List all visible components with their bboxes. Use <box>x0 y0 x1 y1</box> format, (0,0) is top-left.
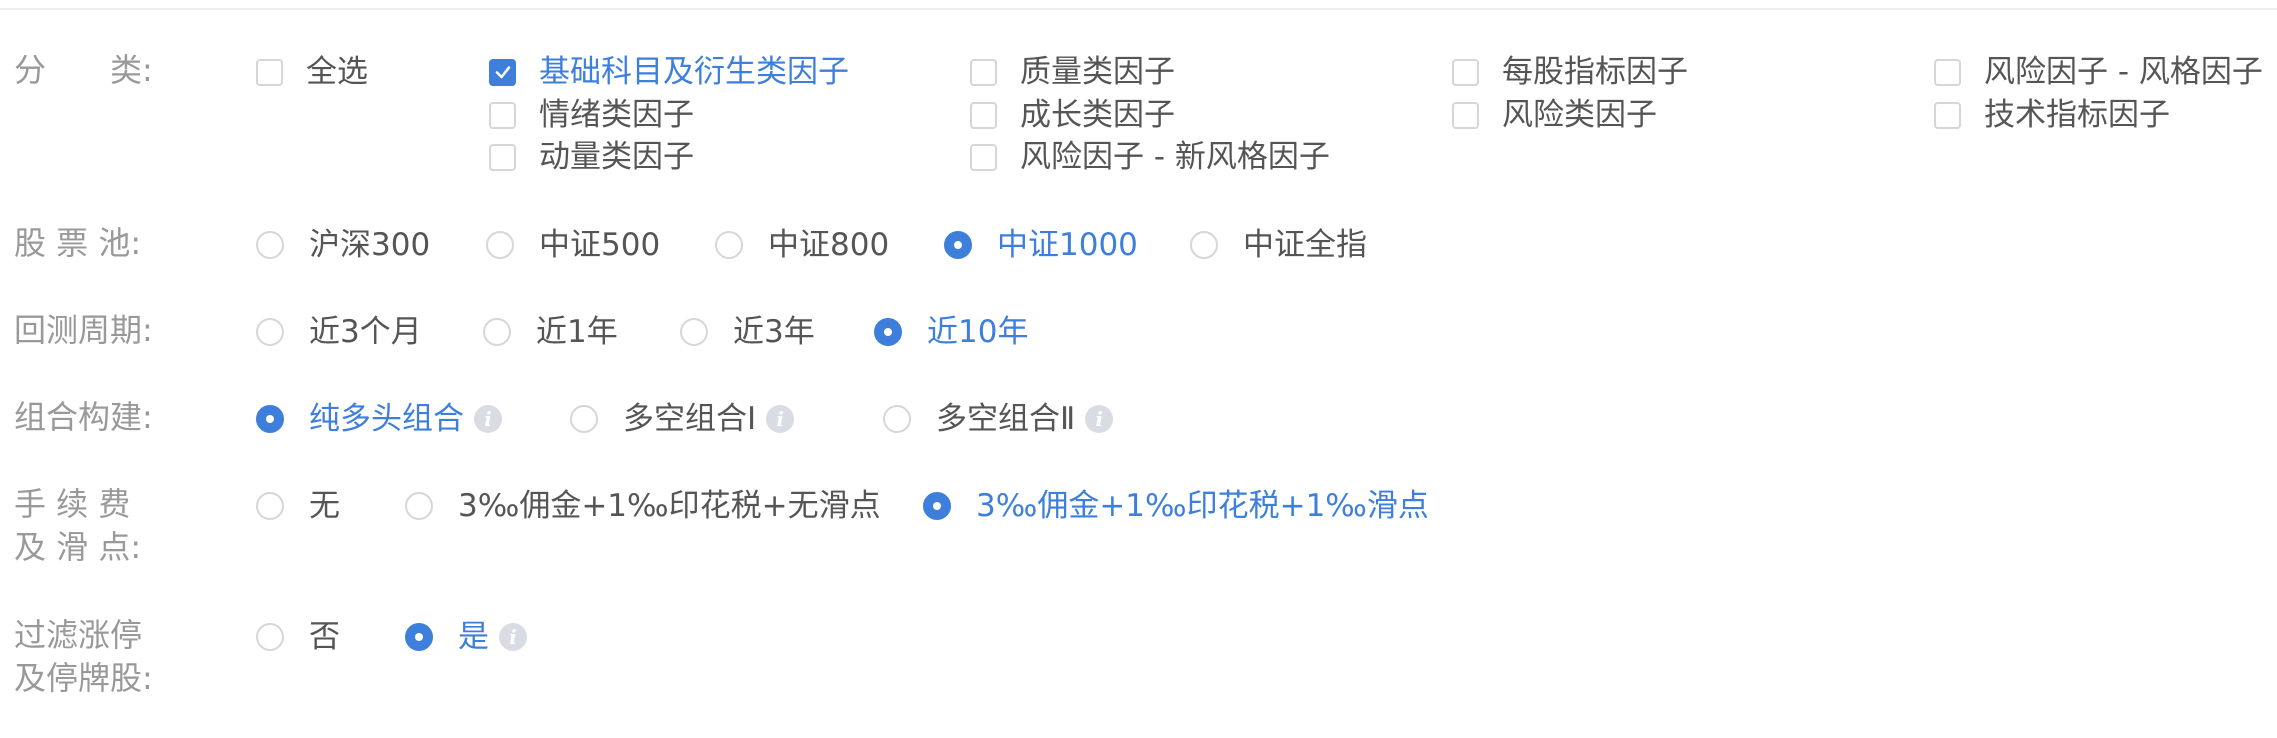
stock-pool-option-zz-all[interactable]: 中证全指 <box>1190 225 1367 265</box>
category-option-label: 质量类因子 <box>1020 54 1175 90</box>
portfolio-option-long-short-2[interactable]: 多空组合Ⅱ i <box>883 399 1114 439</box>
portfolio-option-label: 纯多头组合 <box>309 401 464 437</box>
radio-circle[interactable] <box>680 318 708 346</box>
portfolio-option-label: 多空组合Ⅰ <box>623 401 757 437</box>
fees-option-with-slippage[interactable]: 3‰佣金+1‰印花税+1‰滑点 <box>923 486 1429 526</box>
backtest-period-label: 回测周期: <box>14 311 153 349</box>
checkbox-box[interactable] <box>489 101 516 129</box>
fees-option-label: 无 <box>309 488 340 524</box>
info-icon[interactable]: i <box>499 623 527 651</box>
checkbox-box[interactable] <box>489 143 516 171</box>
radio-circle[interactable] <box>256 405 284 433</box>
category-option-growth[interactable]: 成长类因子 <box>970 95 1175 135</box>
checkbox-box[interactable] <box>1934 58 1961 86</box>
fees-label-line2: 及 滑 点: <box>14 528 142 566</box>
stock-pool-option-hs300[interactable]: 沪深300 <box>256 225 430 265</box>
stock-pool-option-zz1000[interactable]: 中证1000 <box>944 225 1138 265</box>
category-option-momentum[interactable]: 动量类因子 <box>489 137 694 177</box>
checkbox-box[interactable] <box>489 58 516 86</box>
radio-circle[interactable] <box>483 318 511 346</box>
radio-circle[interactable] <box>405 623 433 651</box>
backtest-period-option-1y[interactable]: 近1年 <box>483 312 618 352</box>
stock-pool-option-label: 中证全指 <box>1243 227 1367 263</box>
category-option-risk[interactable]: 风险类因子 <box>1452 95 1657 135</box>
checkbox-box[interactable] <box>1452 58 1479 86</box>
category-option-label: 基础科目及衍生类因子 <box>539 54 849 90</box>
backtest-period-option-label: 近3个月 <box>309 314 422 350</box>
radio-circle[interactable] <box>405 492 433 520</box>
filter-option-no[interactable]: 否 <box>256 617 340 657</box>
stock-pool-option-label: 中证1000 <box>997 227 1138 263</box>
select-all-label: 全选 <box>306 54 368 90</box>
select-all-checkbox[interactable]: 全选 <box>256 52 368 92</box>
category-option-label: 每股指标因子 <box>1502 54 1688 90</box>
fees-option-none[interactable]: 无 <box>256 486 340 526</box>
radio-circle[interactable] <box>256 231 284 259</box>
filter-option-yes[interactable]: 是 i <box>405 617 527 657</box>
category-option-label: 动量类因子 <box>539 139 694 175</box>
checkbox-box[interactable] <box>1934 101 1961 129</box>
checkbox-box[interactable] <box>256 58 283 86</box>
category-option-per-share[interactable]: 每股指标因子 <box>1452 52 1688 92</box>
checkbox-box[interactable] <box>970 101 997 129</box>
radio-circle[interactable] <box>256 492 284 520</box>
fees-label-line1: 手 续 费 <box>14 485 131 523</box>
check-icon <box>495 66 510 79</box>
portfolio-option-long-short-1[interactable]: 多空组合Ⅰ i <box>570 399 795 439</box>
stock-pool-option-label: 中证800 <box>768 227 890 263</box>
stock-pool-option-zz800[interactable]: 中证800 <box>715 225 889 265</box>
radio-circle[interactable] <box>256 623 284 651</box>
radio-circle[interactable] <box>883 405 911 433</box>
category-option-label: 成长类因子 <box>1020 97 1175 133</box>
portfolio-option-label: 多空组合Ⅱ <box>936 401 1076 437</box>
backtest-period-option-3m[interactable]: 近3个月 <box>256 312 422 352</box>
category-option-risk-new-style[interactable]: 风险因子 - 新风格因子 <box>970 137 1330 177</box>
fees-option-label: 3‰佣金+1‰印花税+1‰滑点 <box>976 488 1429 524</box>
backtest-period-option-10y[interactable]: 近10年 <box>874 312 1028 352</box>
radio-circle[interactable] <box>486 231 514 259</box>
filter-option-label: 否 <box>309 619 340 655</box>
category-option-label: 风险类因子 <box>1502 97 1657 133</box>
info-icon[interactable]: i <box>766 405 795 433</box>
info-icon[interactable]: i <box>474 405 502 433</box>
fees-option-label: 3‰佣金+1‰印花税+无滑点 <box>458 488 881 524</box>
radio-circle[interactable] <box>1190 231 1218 259</box>
stock-pool-option-zz500[interactable]: 中证500 <box>486 225 660 265</box>
backtest-period-option-label: 近1年 <box>536 314 618 350</box>
radio-circle[interactable] <box>944 231 972 259</box>
filter-label-line1: 过滤涨停 <box>14 616 143 654</box>
backtest-period-option-label: 近3年 <box>733 314 815 350</box>
category-option-basic-derived[interactable]: 基础科目及衍生类因子 <box>489 52 849 92</box>
filter-option-label: 是 <box>458 619 489 655</box>
backtest-period-option-label: 近10年 <box>927 314 1029 350</box>
backtest-period-option-3y[interactable]: 近3年 <box>680 312 815 352</box>
portfolio-label: 组合构建: <box>14 398 153 436</box>
fees-option-no-slippage[interactable]: 3‰佣金+1‰印花税+无滑点 <box>405 486 881 526</box>
category-option-risk-style[interactable]: 风险因子 - 风格因子 <box>1934 52 2263 92</box>
category-option-technical[interactable]: 技术指标因子 <box>1934 95 2170 135</box>
stock-pool-option-label: 中证500 <box>539 227 661 263</box>
category-option-label: 风险因子 - 风格因子 <box>1984 54 2263 90</box>
category-option-label: 技术指标因子 <box>1984 97 2170 133</box>
radio-circle[interactable] <box>715 231 743 259</box>
category-option-label: 风险因子 - 新风格因子 <box>1020 139 1330 175</box>
info-icon[interactable]: i <box>1085 405 1114 433</box>
checkbox-box[interactable] <box>970 143 997 171</box>
radio-circle[interactable] <box>923 492 951 520</box>
category-option-quality[interactable]: 质量类因子 <box>970 52 1175 92</box>
stock-pool-option-label: 沪深300 <box>309 227 431 263</box>
radio-circle[interactable] <box>256 318 284 346</box>
checkbox-box[interactable] <box>970 58 997 86</box>
filter-label-line2: 及停牌股: <box>14 659 153 697</box>
portfolio-option-long-only[interactable]: 纯多头组合 i <box>256 399 502 439</box>
checkbox-box[interactable] <box>1452 101 1479 129</box>
stock-pool-label: 股 票 池: <box>14 224 142 262</box>
category-label: 分 类: <box>14 51 153 89</box>
radio-circle[interactable] <box>874 318 902 346</box>
category-option-label: 情绪类因子 <box>539 97 694 133</box>
category-option-sentiment[interactable]: 情绪类因子 <box>489 95 694 135</box>
top-divider <box>0 8 2277 10</box>
radio-circle[interactable] <box>570 405 598 433</box>
